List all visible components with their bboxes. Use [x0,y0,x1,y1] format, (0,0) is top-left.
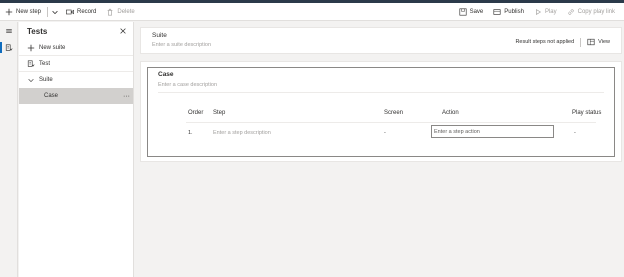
left-rail [0,22,18,277]
step-action-input[interactable] [431,125,554,138]
step-play-status: - [574,130,576,136]
tree-item-case[interactable]: Case ··· [19,88,133,104]
view-icon [587,38,595,46]
step-description-field[interactable]: Enter a step description [213,130,271,136]
new-step-button[interactable]: New step [0,3,46,21]
play-icon [534,8,542,16]
step-screen: - [384,130,386,136]
more-options-icon[interactable]: ··· [123,93,130,100]
copy-play-link-label: Copy play link [577,8,615,15]
floppy-disk-icon [459,7,467,16]
record-button[interactable]: Record [61,3,101,21]
new-step-label: New step [16,8,42,15]
toolbar-right-group: Save Publish Play Copy play link [454,3,624,21]
delete-label: Delete [117,8,135,15]
suite-info: Suite Enter a suite description [152,32,211,49]
publish-button[interactable]: Publish [488,3,529,21]
save-button[interactable]: Save [454,3,489,21]
column-header-action: Action [442,110,459,116]
tests-panel-title: Tests [27,26,48,36]
new-suite-label: New suite [39,44,66,51]
close-icon[interactable] [119,27,127,35]
save-label: Save [469,8,484,15]
test-tree-icon [5,43,13,52]
tree-item-case-label: Case [44,93,59,99]
new-step-dropdown[interactable] [49,3,61,21]
tree-item-test-label: Test [39,60,51,67]
plus-icon [5,8,13,16]
publish-icon [493,8,501,16]
publish-label: Publish [504,8,524,15]
test-icon [27,59,35,68]
hamburger-icon [5,27,13,35]
case-card: Case Enter a case description Order Step… [147,67,615,157]
tree-item-test[interactable]: Test [19,56,133,72]
tests-view-button[interactable] [0,39,18,56]
suite-card: Suite Enter a suite description Result s… [140,27,622,54]
chevron-down-icon[interactable] [27,76,35,84]
suite-name[interactable]: Suite [152,32,211,39]
column-header-step: Step [213,110,226,116]
table-header-divider [186,122,596,123]
chevron-down-icon [51,8,59,16]
result-steps-status: Result steps not applied [515,39,575,45]
tests-panel: Tests New suite Test Suite Case ··· [19,22,134,277]
case-description-field[interactable]: Enter a case description [158,82,604,93]
trash-icon [106,8,114,16]
suite-actions: Result steps not applied View [515,36,610,48]
play-label: Play [544,8,557,15]
steps-table: Order Step Screen Action Play status 1. … [158,97,604,149]
column-header-screen: Screen [384,110,404,116]
tree-item-suite-label: Suite [39,77,53,83]
link-icon [567,8,575,16]
step-order: 1. [188,130,193,136]
case-container: Case Enter a case description Order Step… [140,61,622,162]
record-label: Record [77,8,97,15]
video-camera-icon [66,8,74,16]
plus-icon [27,44,35,52]
tests-panel-header: Tests [19,22,133,40]
new-suite-button[interactable]: New suite [19,40,133,56]
view-label: View [598,39,610,45]
hamburger-menu-button[interactable] [0,22,18,39]
case-name[interactable]: Case [158,71,604,78]
toolbar-divider [47,6,49,17]
suite-actions-divider [580,37,582,47]
tree-item-suite[interactable]: Suite [19,72,133,88]
delete-button[interactable]: Delete [101,3,139,21]
column-header-play-status: Play status [572,110,602,116]
copy-play-link-button[interactable]: Copy play link [562,3,620,21]
command-bar: New step Record Delete Save Publish Play… [0,3,624,21]
suite-description-field[interactable]: Enter a suite description [152,42,211,48]
main-content: Suite Enter a suite description Result s… [140,27,622,162]
column-header-order: Order [188,110,204,116]
view-button[interactable]: View [587,38,610,46]
play-button[interactable]: Play [529,3,562,21]
